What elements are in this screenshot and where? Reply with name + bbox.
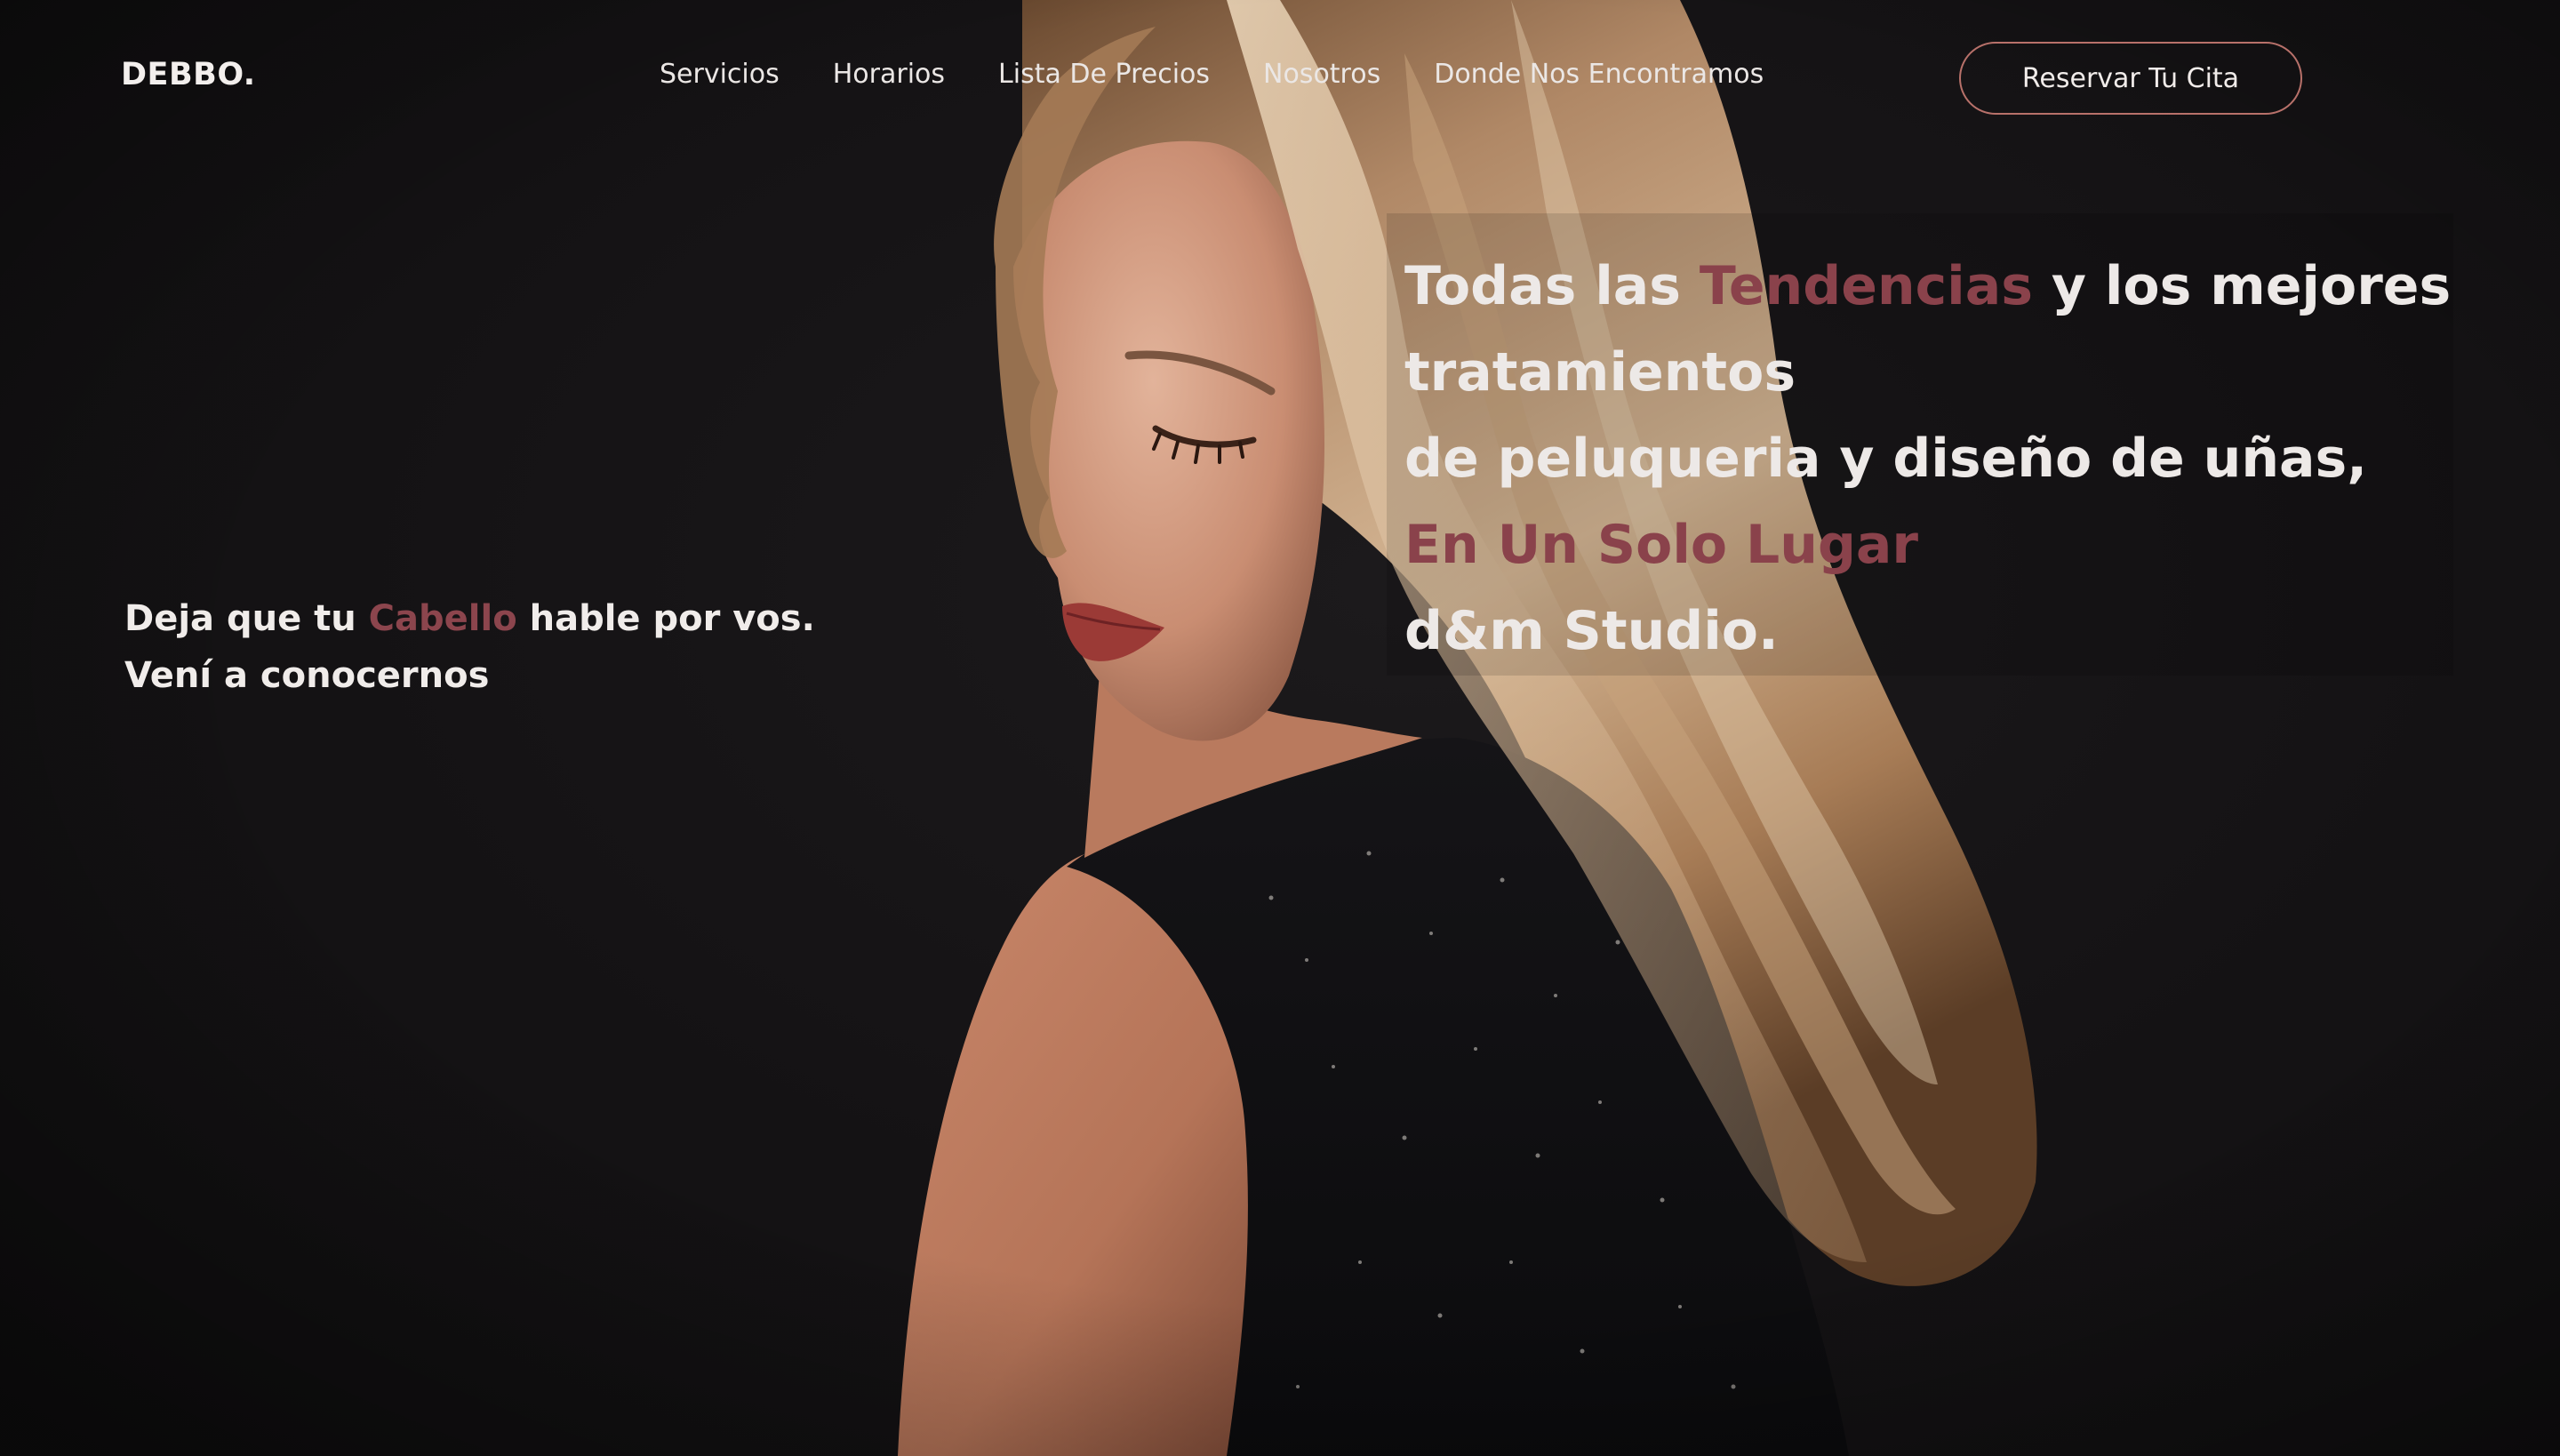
nav-item-donde-nos-encontramos[interactable]: Donde Nos Encontramos <box>1434 59 1764 90</box>
hero-woman-photo <box>0 0 2560 1456</box>
headline-line-1: Todas las Tendencias y los mejores <box>1404 244 2451 330</box>
headline-line-2: tratamientos <box>1404 341 1796 404</box>
hero-headline: Todas las Tendencias y los mejores trata… <box>1404 244 2451 675</box>
brand-logo[interactable]: DEBBO. <box>121 57 256 92</box>
headline-accent-en-un-solo-lugar: En Un Solo Lugar <box>1404 514 1918 576</box>
tagline-text: hable por vos. <box>516 598 815 639</box>
tagline-line-1: Deja que tu Cabello hable por vos. <box>124 590 815 647</box>
main-nav: Servicios Horarios Lista De Precios Noso… <box>660 59 1764 90</box>
headline-text: Todas las <box>1404 255 1700 317</box>
tagline-text: Deja que tu <box>124 598 369 639</box>
nav-item-lista-de-precios[interactable]: Lista De Precios <box>998 59 1210 90</box>
tagline-accent: Cabello <box>368 598 517 639</box>
nav-item-servicios[interactable]: Servicios <box>660 59 780 90</box>
headline-accent-tendencias: Tendencias <box>1699 255 2033 317</box>
book-appointment-button[interactable]: Reservar Tu Cita <box>1959 42 2302 115</box>
tagline-line-2: Vení a conocernos <box>124 655 490 696</box>
tagline: Deja que tu Cabello hable por vos. Vení … <box>124 590 815 704</box>
landing-page: DEBBO. Servicios Horarios Lista De Preci… <box>0 0 2560 1456</box>
nav-item-nosotros[interactable]: Nosotros <box>1263 59 1380 90</box>
headline-studio-name: d&m Studio. <box>1404 600 1779 662</box>
nav-item-horarios[interactable]: Horarios <box>833 59 945 90</box>
headline-line-3: de peluqueria y diseño de uñas, <box>1404 428 2368 490</box>
headline-text: y los mejores <box>2032 255 2452 317</box>
